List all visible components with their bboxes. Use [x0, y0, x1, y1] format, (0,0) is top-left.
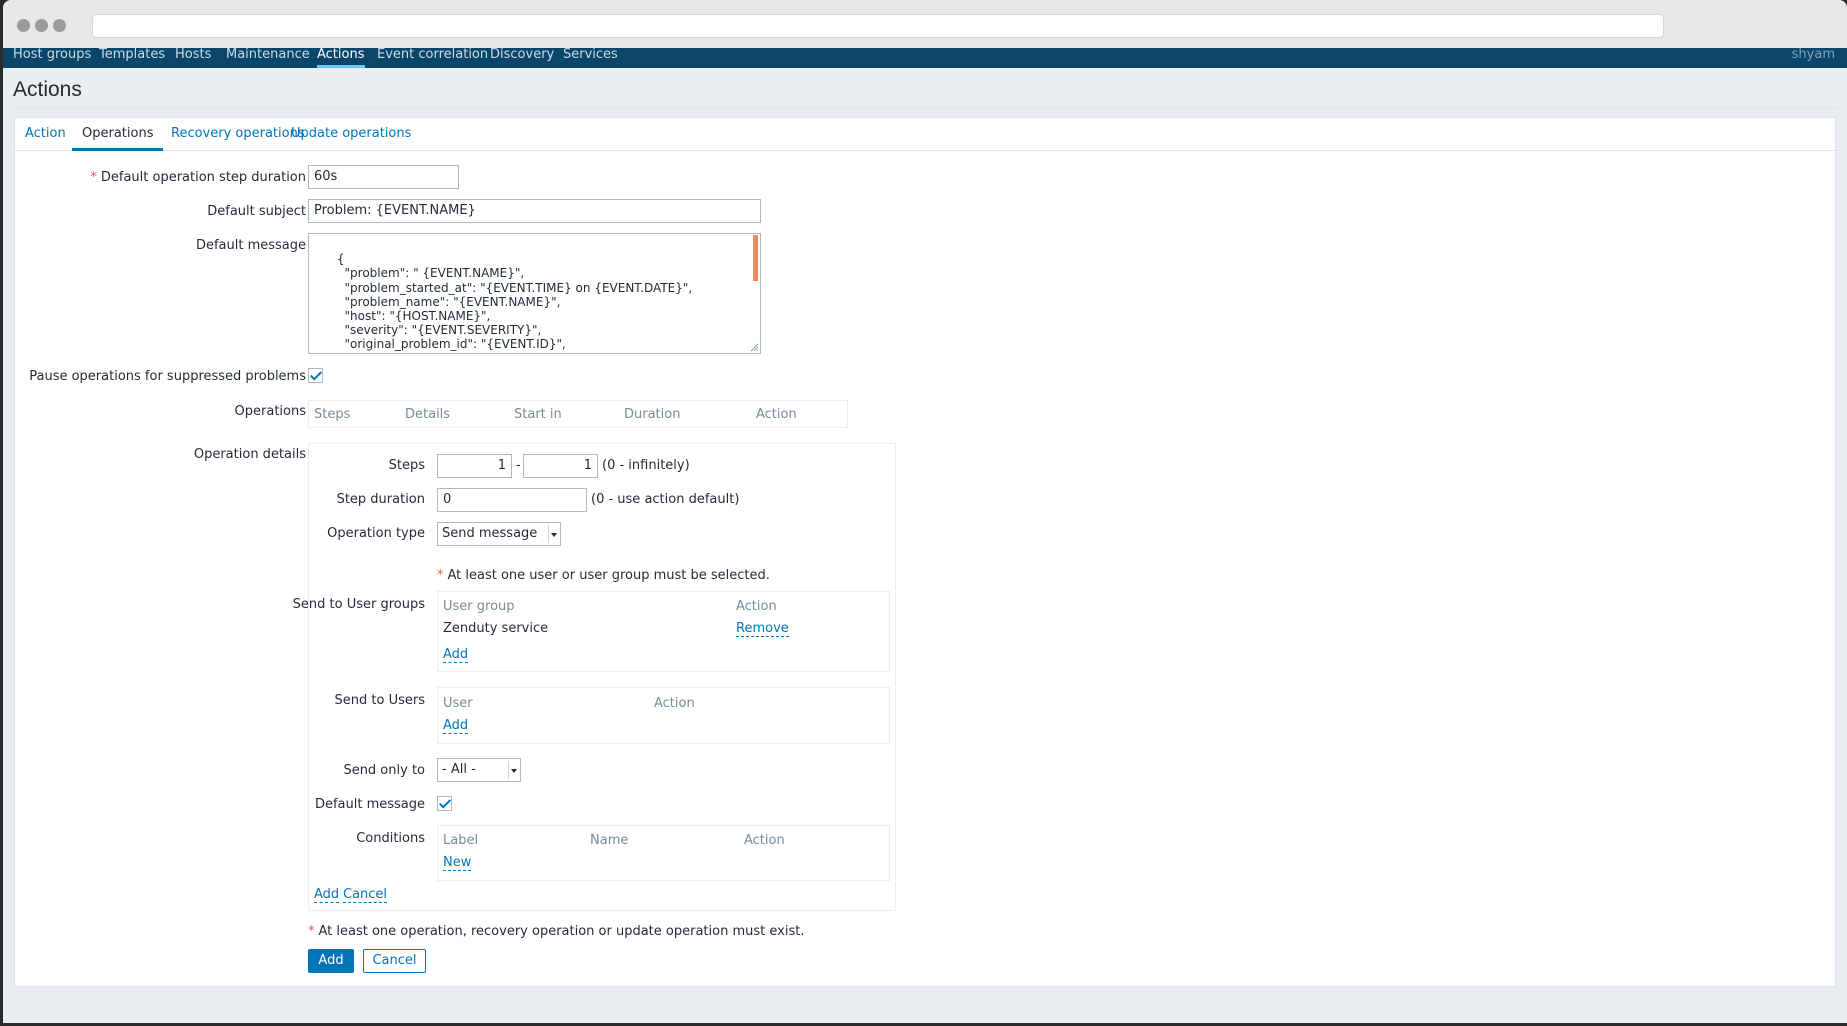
nav-item-hosts[interactable]: Hosts — [175, 48, 211, 66]
operations-header-details: Details — [405, 407, 451, 422]
op-step-duration-label: Step duration — [336, 492, 425, 507]
steps-label: Steps — [388, 458, 425, 473]
nav-item-actions[interactable]: Actions — [317, 48, 365, 68]
send-only-to-value: - All - — [442, 762, 476, 777]
textarea-scrollbar[interactable] — [753, 235, 758, 281]
users-label: Send to Users — [334, 693, 425, 708]
steps-hint: (0 - infinitely) — [602, 458, 690, 473]
required-user-note: * At least one user or user group must be… — [437, 568, 770, 583]
window-minimize-dot[interactable] — [35, 19, 48, 32]
required-marker: * — [308, 924, 315, 939]
user-groups-header-group: User group — [443, 599, 515, 614]
send-only-to-label: Send only to — [343, 763, 425, 778]
op-default-message-label: Default message — [314, 797, 425, 812]
nav-item-discovery[interactable]: Discovery — [490, 48, 554, 66]
pause-operations-label: Pause operations for suppressed problems — [29, 369, 306, 384]
operation-cancel-link[interactable]: Cancel — [343, 887, 388, 903]
user-groups-table: User group Action Zenduty service Remove… — [437, 591, 890, 672]
op-default-message-checkbox[interactable] — [437, 796, 452, 811]
default-message-label: Default message — [195, 238, 306, 253]
tab-action[interactable]: Action — [15, 118, 76, 151]
steps-from-input[interactable]: 1 — [437, 454, 512, 478]
conditions-new-link[interactable]: New — [443, 855, 472, 871]
default-subject-label: Default subject — [207, 204, 306, 219]
form-tabs: Action Operations Recovery operations Up… — [15, 118, 1835, 151]
operation-add-link[interactable]: Add — [314, 887, 340, 903]
steps-to-input[interactable]: 1 — [523, 454, 598, 478]
browser-window: Host groups Templates Hosts Maintenance … — [3, 0, 1847, 1023]
browser-chrome — [3, 0, 1847, 48]
operations-header-duration: Duration — [624, 407, 681, 422]
user-groups-header-action: Action — [736, 599, 777, 614]
default-message-text: { "problem": " {EVENT.NAME}", "problem_s… — [336, 252, 693, 353]
step-duration-input[interactable]: 60s — [308, 165, 459, 189]
user-groups-label: Send to User groups — [292, 597, 425, 612]
operations-table: Steps Details Start in Duration Action — [308, 400, 848, 428]
user-group-name: Zenduty service — [443, 621, 549, 636]
operations-header-steps: Steps — [314, 407, 351, 422]
user-name[interactable]: shyam — [1792, 48, 1835, 62]
operation-type-value: Send message — [442, 526, 538, 541]
send-only-to-select[interactable]: - All - — [437, 758, 521, 782]
op-step-duration-input[interactable]: 0 — [437, 488, 587, 512]
conditions-table: Label Name Action New — [437, 825, 890, 881]
cancel-button[interactable]: Cancel — [363, 949, 426, 973]
title-divider — [13, 108, 1838, 109]
resize-grip-icon[interactable] — [750, 343, 759, 352]
chevron-down-icon — [508, 761, 518, 779]
nav-item-services[interactable]: Services — [563, 48, 618, 66]
operations-label: Operations — [234, 404, 306, 419]
pause-operations-checkbox[interactable] — [308, 368, 323, 383]
required-marker: * — [437, 568, 444, 583]
conditions-header-action: Action — [744, 833, 785, 848]
step-duration-label-text: Default operation step duration — [100, 170, 306, 185]
users-add-link[interactable]: Add — [443, 718, 469, 734]
operation-required-note-text: At least one operation, recovery operati… — [318, 924, 805, 939]
operation-type-label: Operation type — [327, 526, 425, 541]
nav-item-host-groups[interactable]: Host groups — [13, 48, 91, 66]
users-table: User Action Add — [437, 687, 890, 744]
user-group-remove-link[interactable]: Remove — [736, 621, 789, 637]
page-title: Actions — [13, 78, 82, 101]
operations-header-action: Action — [756, 407, 797, 422]
users-header-user: User — [443, 696, 473, 711]
tab-operations[interactable]: Operations — [72, 118, 164, 151]
required-marker: * — [90, 170, 97, 185]
action-form-panel: Action Operations Recovery operations Up… — [14, 117, 1836, 987]
steps-separator: - — [516, 458, 521, 473]
nav-item-templates[interactable]: Templates — [99, 48, 165, 66]
operation-details-box: Steps 1 - 1 (0 - infinitely) Step durati… — [293, 443, 896, 911]
nav-item-maintenance[interactable]: Maintenance — [226, 48, 310, 66]
tab-update-operations[interactable]: Update operations — [281, 118, 421, 151]
default-subject-input[interactable]: Problem: {EVENT.NAME} — [308, 199, 761, 223]
add-button[interactable]: Add — [308, 949, 354, 973]
operation-required-note: * At least one operation, recovery operat… — [308, 924, 804, 939]
nav-item-event-correlation[interactable]: Event correlation — [377, 48, 488, 66]
conditions-header-label: Label — [443, 833, 479, 848]
user-groups-add-link[interactable]: Add — [443, 647, 469, 663]
users-header-action: Action — [654, 696, 695, 711]
conditions-label: Conditions — [356, 831, 425, 846]
step-duration-label: * Default operation step duration — [90, 170, 306, 185]
top-navigation: Host groups Templates Hosts Maintenance … — [3, 48, 1847, 68]
page-bottom-bar — [3, 1000, 1847, 1023]
operation-type-select[interactable]: Send message — [437, 522, 561, 546]
conditions-header-name: Name — [590, 833, 629, 848]
op-step-duration-hint: (0 - use action default) — [591, 492, 740, 507]
window-maximize-dot[interactable] — [53, 19, 66, 32]
address-bar[interactable] — [92, 14, 1664, 38]
default-message-textarea[interactable]: { "problem": " {EVENT.NAME}", "problem_s… — [308, 233, 761, 354]
required-user-note-text: At least one user or user group must be … — [447, 568, 770, 583]
chevron-down-icon — [548, 525, 558, 543]
operation-details-label: Operation details — [193, 447, 306, 462]
window-close-dot[interactable] — [17, 19, 30, 32]
operations-header-start-in: Start in — [514, 407, 562, 422]
